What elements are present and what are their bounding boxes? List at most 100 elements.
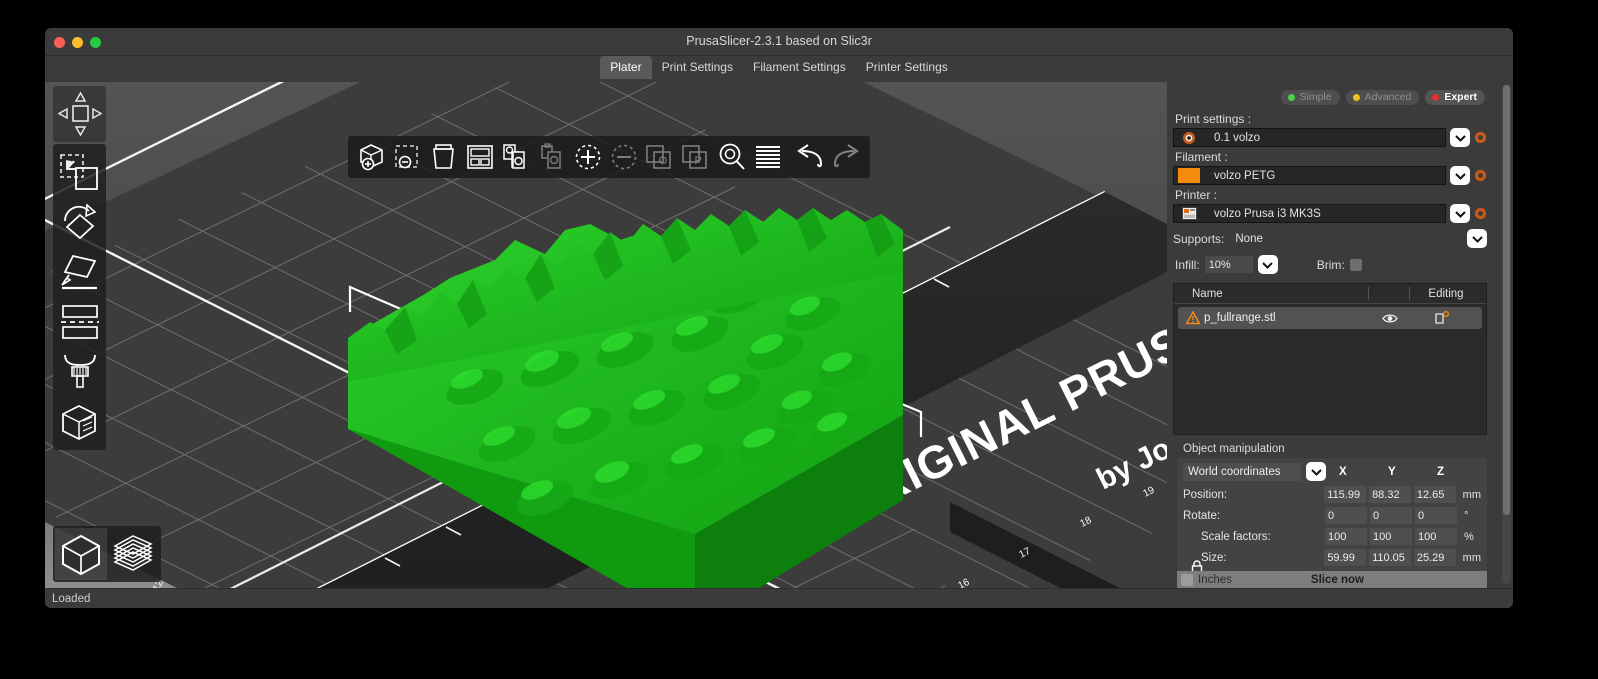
mode-advanced-button[interactable]: Advanced [1345,90,1420,105]
mode-selector: Simple Advanced Expert [1173,88,1507,109]
3d-viewport[interactable]: 19 18 17 16 15 14 ORIGINAL PRUSA i3 M by… [45,82,1167,588]
rotate-z-input[interactable]: 0 [1415,507,1457,524]
mode-simple-label: Simple [1299,91,1332,103]
eye-icon[interactable] [1374,313,1406,324]
search-icon[interactable] [714,139,750,175]
column-header-editing: Editing [1428,287,1464,300]
position-z-input[interactable]: 12.65 [1413,486,1456,503]
redo-icon [828,139,864,175]
svg-text:P: P [695,155,702,167]
delete-all-icon[interactable] [426,139,462,175]
axis-header-x: X [1339,465,1347,478]
cut-gizmo-icon[interactable] [55,297,104,346]
editor-view-icon[interactable] [55,528,107,580]
place-on-face-gizmo-icon[interactable] [55,247,104,296]
move-gizmo-icon[interactable] [55,147,104,196]
mode-advanced-label: Advanced [1364,91,1412,103]
supports-dropdown-chevron-down-icon[interactable] [1467,229,1487,248]
position-y-input[interactable]: 88.32 [1369,486,1411,503]
printer-combo[interactable]: volzo Prusa i3 MK3S [1173,204,1446,223]
remove-instance-icon [606,139,642,175]
rotate-y-input[interactable]: 0 [1370,507,1412,524]
advanced-mode-led [1352,93,1360,101]
main-content: 19 18 17 16 15 14 ORIGINAL PRUSA i3 M by… [45,82,1513,588]
mode-simple-button[interactable]: Simple [1280,90,1340,105]
copy-icon[interactable] [498,139,534,175]
rotate-unit: ° [1464,509,1469,522]
slice-now-button[interactable]: Slice now [1232,574,1443,586]
add-instance-icon[interactable] [570,139,606,175]
print-settings-gear-icon[interactable] [1474,131,1487,144]
side-panel-scrollbar[interactable] [1502,84,1511,584]
arrange-icon[interactable] [462,139,498,175]
size-x-input[interactable]: 59.99 [1324,549,1367,566]
filament-color-swatch [1178,168,1200,183]
svg-text:O: O [659,155,668,167]
status-bar: Loaded [45,588,1513,608]
supports-value: None [1235,232,1263,245]
split-objects-icon: O [642,139,678,175]
print-settings-row: 0.1 volzo [1173,128,1507,147]
printer-dropdown-chevron-down-icon[interactable] [1450,204,1470,223]
view-navigation-pad[interactable] [53,86,106,142]
filament-gear-icon[interactable] [1474,169,1487,182]
header-divider-1 [1368,287,1369,300]
column-header-name: Name [1192,287,1223,300]
infill-label: Infill: [1175,257,1200,272]
size-z-input[interactable]: 25.29 [1413,549,1456,566]
print-settings-preset-icon [1178,130,1200,145]
undo-icon[interactable] [792,139,828,175]
position-unit: mm [1462,488,1481,501]
rotate-x-input[interactable]: 0 [1325,507,1367,524]
variable-layer-height-icon[interactable] [750,139,786,175]
tab-print-settings[interactable]: Print Settings [652,56,743,79]
print-settings-value: 0.1 volzo [1214,131,1261,144]
printer-row: volzo Prusa i3 MK3S [1173,204,1507,223]
tab-plater[interactable]: Plater [600,56,652,79]
status-message: Loaded [52,592,91,605]
infill-dropdown-chevron-down-icon[interactable] [1257,255,1278,274]
paint-support-gizmo-icon[interactable] [55,347,104,396]
scale-x-input[interactable]: 100 [1325,528,1367,545]
print-settings-dropdown-chevron-down-icon[interactable] [1450,128,1470,147]
printable-icon[interactable] [1406,311,1478,325]
preview-view-icon[interactable] [107,528,159,580]
infill-value[interactable]: 10% [1204,256,1253,273]
brim-checkbox[interactable] [1349,258,1362,271]
coordinate-system-select[interactable]: World coordinates [1183,462,1301,481]
rotate-gizmo-icon[interactable] [55,197,104,246]
scale-z-input[interactable]: 100 [1415,528,1457,545]
delete-icon[interactable] [390,139,426,175]
position-row: Position: 115.99 88.32 12.65 mm [1183,485,1481,504]
coordinate-system-chevron-down-icon[interactable] [1306,462,1326,481]
object-list-row[interactable]: p_fullrange.stl [1178,307,1482,329]
settings-side-panel: Simple Advanced Expert Print settings : [1167,82,1513,588]
tab-filament-settings[interactable]: Filament Settings [743,56,856,79]
printer-preset-icon [1178,206,1200,221]
size-y-input[interactable]: 110.05 [1369,549,1411,566]
seam-gizmo-icon[interactable] [55,397,104,446]
filament-dropdown-chevron-down-icon[interactable] [1450,166,1470,185]
tab-printer-settings[interactable]: Printer Settings [856,56,958,79]
supports-combo[interactable]: None [1229,229,1462,248]
filament-combo[interactable]: volzo PETG [1173,166,1446,185]
scale-y-input[interactable]: 100 [1370,528,1412,545]
rotate-label: Rotate: [1183,509,1221,522]
mode-expert-button[interactable]: Expert [1425,90,1485,105]
inches-toggle[interactable]: Inches [1177,573,1232,586]
scrollbar-thumb[interactable] [1503,85,1510,515]
add-icon[interactable] [354,139,390,175]
inches-checkbox[interactable] [1181,573,1193,586]
printer-gear-icon[interactable] [1474,207,1487,220]
size-row: Size: 59.99 110.05 25.29 mm [1183,548,1481,567]
split-parts-icon: P [678,139,714,175]
navigation-arrows-icon [56,91,103,137]
scale-label: Scale factors: [1201,530,1271,543]
supports-row: Supports: None [1173,229,1507,248]
filament-label: Filament : [1175,150,1228,164]
supports-label: Supports: [1173,231,1225,246]
position-x-input[interactable]: 115.99 [1324,486,1367,503]
object-name: p_fullrange.stl [1204,312,1276,324]
inches-label: Inches [1198,573,1232,586]
print-settings-combo[interactable]: 0.1 volzo [1173,128,1446,147]
